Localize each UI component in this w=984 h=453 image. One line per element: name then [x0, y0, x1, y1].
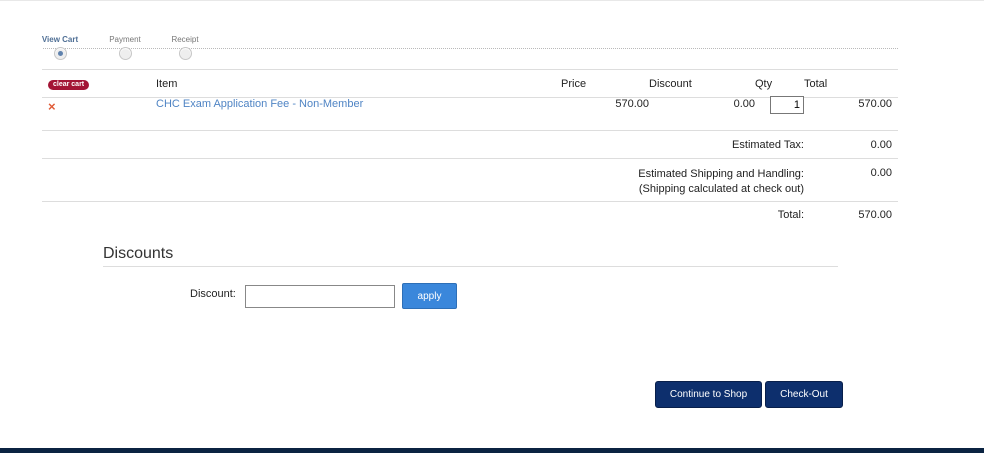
- total-value: 570.00: [858, 209, 892, 222]
- discount-label: Discount:: [190, 288, 236, 300]
- step-label: View Cart: [41, 35, 79, 44]
- header-qty: Qty: [755, 77, 773, 90]
- header-price: Price: [561, 77, 587, 90]
- top-divider: [0, 0, 984, 1]
- remove-item-icon[interactable]: ×: [48, 99, 56, 114]
- clear-cart-button[interactable]: clear cart: [48, 80, 90, 90]
- footer-bar: [0, 448, 984, 453]
- step-view-cart[interactable]: View Cart: [38, 34, 82, 60]
- quantity-input[interactable]: [770, 96, 804, 114]
- apply-button[interactable]: apply: [402, 283, 457, 309]
- tax-value: 0.00: [870, 139, 892, 151]
- cart-table: clear cart Item Price Discount Qty Total…: [42, 69, 898, 229]
- header-discount: Discount: [649, 77, 692, 90]
- tax-row: Estimated Tax: 0.00: [42, 131, 898, 159]
- item-name-link[interactable]: CHC Exam Application Fee - Non-Member: [156, 98, 363, 110]
- continue-to-shop-button[interactable]: Continue to Shop: [655, 381, 762, 408]
- step-payment[interactable]: Payment: [103, 34, 147, 60]
- discounts-heading: Discounts: [103, 245, 838, 267]
- step-receipt[interactable]: Receipt: [163, 34, 207, 60]
- tax-label: Estimated Tax:: [732, 139, 804, 151]
- radio-empty-icon: [118, 47, 132, 60]
- step-label: Payment: [109, 35, 141, 44]
- shipping-value: 0.00: [870, 167, 892, 179]
- item-total: 570.00: [858, 98, 892, 110]
- checkout-progress: View Cart Payment Receipt: [42, 34, 898, 64]
- total-label: Total:: [777, 209, 804, 222]
- header-total: Total: [804, 77, 828, 90]
- radio-selected-icon: [53, 47, 67, 60]
- table-row: × CHC Exam Application Fee - Non-Member …: [42, 96, 898, 131]
- total-row: Total: 570.00: [42, 202, 898, 229]
- shipping-note: (Shipping calculated at check out): [638, 183, 804, 195]
- shipping-label: Estimated Shipping and Handling:: [638, 168, 804, 180]
- step-label: Receipt: [171, 35, 199, 44]
- item-price: 570.00: [615, 98, 649, 110]
- shipping-row: Estimated Shipping and Handling: (Shippi…: [42, 159, 898, 202]
- table-header-row: clear cart Item Price Discount Qty Total: [42, 69, 898, 98]
- header-item: Item: [156, 77, 178, 90]
- item-discount: 0.00: [733, 98, 755, 110]
- discount-code-input[interactable]: [245, 285, 395, 308]
- radio-empty-icon: [178, 47, 192, 60]
- checkout-button[interactable]: Check-Out: [765, 381, 843, 408]
